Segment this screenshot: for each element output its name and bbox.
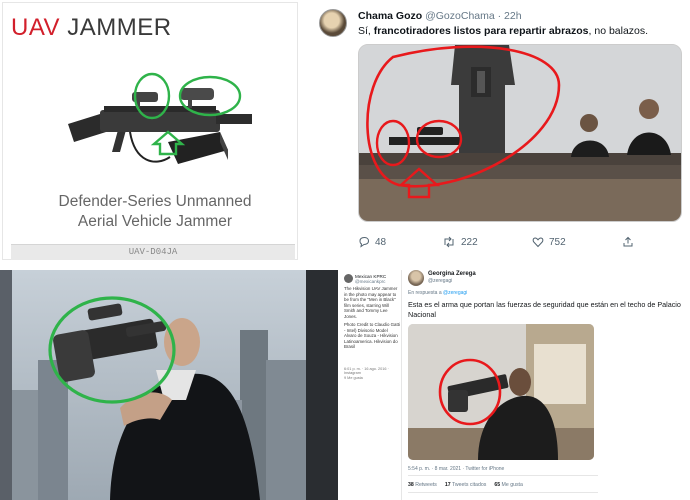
- sku-bar: UAV-D04JA: [11, 244, 295, 260]
- product-title-line2: Aerial Vehicle Jammer: [77, 213, 233, 230]
- brand-jammer: JAMMER: [67, 14, 172, 41]
- reply-tweet-meta: 5:54 p. m. · 8 mar. 2021 · Twitter for i…: [408, 466, 505, 472]
- retweet-icon: [444, 236, 454, 248]
- reply-tweet-stats: 38 Retweets 17 Tweets citados 65 Me gust…: [408, 482, 523, 488]
- reply-context: En respuesta a @zeregagi: [408, 290, 467, 296]
- city-photo: [0, 270, 306, 500]
- side-tweet: Mexican KPRC @mexicankprc The Hikvision …: [338, 270, 402, 500]
- reply-button[interactable]: 48: [358, 236, 386, 248]
- brand-logo: UAV JAMMER: [11, 14, 172, 42]
- like-count: 752: [549, 236, 566, 248]
- tweet-text-bold: francotiradores listos para repartir abr…: [373, 25, 589, 37]
- tweet-card: Chama Gozo @GozoChama · 22h Sí, francoti…: [310, 0, 690, 265]
- side-tweet-meta: 6:01 p. m. · 16 ago. 2016 · Instagram: [344, 367, 389, 375]
- retweets-label: Retweets: [415, 482, 437, 488]
- reply-tweet-handle[interactable]: @zeregagi: [428, 278, 452, 284]
- brand-uav: UAV: [11, 14, 61, 41]
- likes-stat[interactable]: 65 Me gusta: [494, 482, 523, 488]
- tweet-text-end: , no balazos.: [588, 25, 649, 37]
- dark-sidebar: [306, 270, 338, 500]
- reply-count: 48: [375, 236, 387, 248]
- likes-label: Me gusta: [501, 482, 523, 488]
- reply-panel: Mexican KPRC @mexicankprc The Hikvision …: [306, 270, 690, 500]
- retweet-button[interactable]: 222: [442, 236, 478, 248]
- likes-count: 65: [494, 482, 501, 488]
- product-title-line1: Defender-Series Unmanned: [58, 193, 252, 210]
- heart-icon: [532, 237, 544, 248]
- tweet-text-start: Sí,: [358, 25, 374, 37]
- divider: [408, 475, 598, 476]
- divider: [408, 492, 598, 493]
- product-title: Defender-Series Unmanned Aerial Vehicle …: [20, 192, 290, 232]
- reply-tweet-text: Esta es el arma que portan las fuerzas d…: [408, 300, 681, 319]
- share-button[interactable]: [622, 236, 634, 248]
- side-tweet-credits: Photo Credit to Claudio Gatti - Intel) D…: [344, 322, 400, 349]
- quotes-stat[interactable]: 17 Tweets citados: [445, 482, 486, 488]
- product-panel: UAV JAMMER Defender-Series Unmanned Aeri…: [0, 0, 308, 265]
- share-icon: [623, 236, 633, 247]
- palace-roof-photo: [408, 324, 594, 460]
- side-tweet-text: The Hikvision UAV Jammer in the photo ma…: [344, 286, 398, 319]
- reply-tweet: Georgina Zerega @zeregagi En respuesta a…: [402, 270, 690, 500]
- retweets-stat[interactable]: 38 Retweets: [408, 482, 437, 488]
- retweets-count: 38: [408, 482, 414, 488]
- avatar[interactable]: [319, 9, 347, 37]
- side-tweet-likes: 9 Me gusta: [344, 376, 363, 380]
- tweet-actions: 48 222 752: [358, 236, 658, 250]
- product-sku: UAV-D04JA: [128, 247, 178, 257]
- agent-photo: [0, 270, 306, 500]
- reply-prefix: En respuesta a: [408, 290, 442, 296]
- tweet-handle[interactable]: @GozoChama: [425, 10, 495, 22]
- quotes-label: Tweets citados: [452, 482, 487, 488]
- jammer-product-image: [68, 72, 252, 164]
- tweet-header: Chama Gozo @GozoChama · 22h: [358, 10, 522, 22]
- tweet-time[interactable]: · 22h: [498, 10, 522, 22]
- rooftop-photo: [359, 45, 681, 221]
- quotes-count: 17: [444, 482, 451, 488]
- side-tweet-header: Mexican KPRC @mexicankprc: [355, 274, 386, 284]
- retweet-count: 222: [461, 236, 478, 248]
- reply-to-link[interactable]: @zeregagi: [443, 290, 467, 296]
- like-button[interactable]: 752: [532, 236, 566, 248]
- side-tweet-handle[interactable]: @mexicankprc: [355, 279, 386, 284]
- reply-tweet-photo[interactable]: [408, 324, 594, 460]
- tweet-text: Sí, francotiradores listos para repartir…: [358, 25, 678, 37]
- tweet-photo[interactable]: [358, 44, 682, 222]
- tweet-author[interactable]: Chama Gozo: [358, 10, 422, 22]
- reply-tweet-author[interactable]: Georgina Zerega: [428, 271, 476, 277]
- avatar[interactable]: [408, 270, 424, 286]
- avatar[interactable]: [344, 274, 353, 283]
- reply-icon: [359, 236, 370, 248]
